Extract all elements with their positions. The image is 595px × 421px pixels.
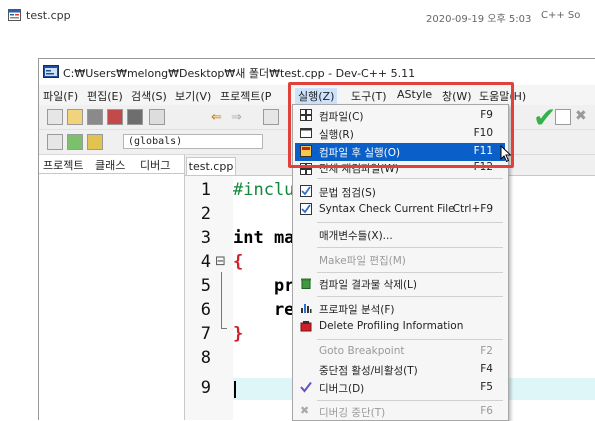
menu-file[interactable]: 파일(F) xyxy=(43,88,78,104)
menu-item-profile-analysis[interactable]: 프로파일 분석(F) xyxy=(295,300,505,318)
close-file-icon[interactable] xyxy=(127,109,143,125)
menu-item-shortcut: F6 xyxy=(480,405,493,417)
line-number: 5 xyxy=(200,276,211,296)
menu-item-parameters[interactable]: 매개변수들(X)... xyxy=(295,226,505,244)
menu-item-label: 디버그(D) xyxy=(319,383,365,395)
compile-run-grid-icon[interactable] xyxy=(555,109,571,125)
project-options-icon[interactable] xyxy=(87,134,103,150)
menu-item-label: 컴파일 결과물 삭제(L) xyxy=(319,279,417,291)
file-name: test.cpp xyxy=(26,9,71,22)
menu-item-shortcut: Ctrl+F9 xyxy=(452,203,493,215)
line-number: 9 xyxy=(200,378,211,398)
save-all-icon[interactable] xyxy=(107,109,123,125)
file-type: C++ So xyxy=(541,10,581,21)
undo-icon[interactable]: ⇐ xyxy=(211,110,222,125)
menu-item-label: 디버깅 중단(T) xyxy=(319,407,386,419)
annotation-highlight-box xyxy=(288,82,514,168)
line-number: 6 xyxy=(200,300,211,320)
menu-item-label: 문법 점검(S) xyxy=(319,187,376,199)
menu-search[interactable]: 검색(S) xyxy=(131,88,167,104)
menu-item-delete-profiling[interactable]: Delete Profiling Information xyxy=(295,318,505,336)
menu-item-label: 프로파일 분석(F) xyxy=(319,304,395,316)
menu-item-label: 중단점 활성/비활성(T) xyxy=(319,365,418,377)
line-number: 4 xyxy=(200,252,211,272)
project-new-icon[interactable] xyxy=(47,134,63,150)
code-line: } xyxy=(233,324,244,344)
menu-separator xyxy=(317,272,503,273)
menu-item-shortcut: F4 xyxy=(480,363,493,375)
line-number: 1 xyxy=(200,180,211,200)
print-icon[interactable] xyxy=(149,109,165,125)
new-file-icon[interactable] xyxy=(47,109,63,125)
menu-item-label: Goto Breakpoint xyxy=(319,345,405,357)
line-number: 7 xyxy=(200,324,211,344)
menu-view[interactable]: 보기(V) xyxy=(175,88,211,104)
trash-icon xyxy=(301,278,311,289)
line-number: 3 xyxy=(200,228,211,248)
menu-item-label: Syntax Check Current File xyxy=(319,203,455,215)
menu-item-clean[interactable]: 컴파일 결과물 삭제(L) xyxy=(295,275,505,293)
line-number: 8 xyxy=(200,348,211,368)
tab-debug[interactable]: 디버그 xyxy=(140,157,170,173)
debug-check-icon xyxy=(300,381,312,393)
code-line: re xyxy=(233,300,295,320)
redo-icon[interactable]: ⇒ xyxy=(231,110,242,125)
menu-edit[interactable]: 편집(E) xyxy=(87,88,123,104)
menu-separator xyxy=(317,400,503,401)
editor-tab-test-cpp[interactable]: test.cpp xyxy=(186,157,236,176)
scope-combo[interactable]: (globals) xyxy=(123,134,263,149)
menu-item-toggle-breakpoint[interactable]: 중단점 활성/비활성(T) F4 xyxy=(295,361,505,379)
left-panel: 프로젝트 클래스 디버그 xyxy=(39,155,185,420)
profile-chart-icon xyxy=(301,304,312,313)
fold-guide-end xyxy=(221,328,227,329)
menu-item-label: 매개변수들(X)... xyxy=(319,230,393,242)
delete-profiling-icon xyxy=(300,321,312,332)
menu-separator xyxy=(317,296,503,297)
menu-item-shortcut: F5 xyxy=(480,381,493,393)
window-title: C:₩Users₩melong₩Desktop₩새 폴더₩test.cpp - … xyxy=(63,67,416,80)
menu-separator xyxy=(317,222,503,223)
menu-item-goto-breakpoint[interactable]: Goto Breakpoint F2 xyxy=(295,343,505,361)
tab-classes[interactable]: 클래스 xyxy=(95,157,125,173)
menu-item-stop-debugging[interactable]: ✖ 디버깅 중단(T) F6 xyxy=(295,403,505,421)
tab-project[interactable]: 프로젝트 xyxy=(43,157,83,173)
menu-project[interactable]: 프로젝트(P xyxy=(220,88,271,104)
fold-guide xyxy=(221,272,222,328)
cpp-file-icon xyxy=(8,9,21,21)
fold-marker-icon[interactable]: ⊟ xyxy=(215,254,226,269)
menu-item-debug[interactable]: 디버그(D) F5 xyxy=(295,379,505,397)
code-line: pr xyxy=(233,276,295,296)
tab-divider xyxy=(39,173,184,174)
menu-item-shortcut: F2 xyxy=(480,345,493,357)
file-modified-date: 2020-09-19 오후 5:03 xyxy=(426,14,532,25)
menu-item-syntax-check-current[interactable]: Syntax Check Current File Ctrl+F9 xyxy=(295,201,505,219)
explorer-file-row[interactable]: test.cpp 2020-09-19 오후 5:03 C++ So xyxy=(0,0,595,30)
menu-separator xyxy=(317,178,503,179)
stop-icon[interactable]: ✖ xyxy=(575,108,587,124)
menu-item-label: Delete Profiling Information xyxy=(319,320,464,332)
open-file-icon[interactable] xyxy=(67,109,83,125)
menu-item-edit-makefile[interactable]: Make파일 편집(M) xyxy=(295,251,505,269)
line-number: 2 xyxy=(200,204,211,224)
text-caret xyxy=(234,381,236,398)
project-add-icon[interactable] xyxy=(67,134,83,150)
menu-separator xyxy=(317,247,503,248)
menu-item-syntax-check[interactable]: 문법 점검(S) xyxy=(295,183,505,201)
menu-separator xyxy=(317,339,503,340)
syntax-check-icon xyxy=(300,185,312,197)
code-line: { xyxy=(233,252,244,272)
find-icon[interactable] xyxy=(263,109,279,125)
stop-debug-icon: ✖ xyxy=(300,404,310,417)
devcpp-app-icon xyxy=(43,65,59,78)
line-number-gutter: 1 2 3 4 5 6 7 8 9 ⊟ xyxy=(185,176,233,420)
menu-item-label: Make파일 편집(M) xyxy=(319,255,406,267)
code-line: int ma xyxy=(233,228,295,248)
syntax-check-file-icon xyxy=(300,203,312,215)
save-icon[interactable] xyxy=(87,109,103,125)
